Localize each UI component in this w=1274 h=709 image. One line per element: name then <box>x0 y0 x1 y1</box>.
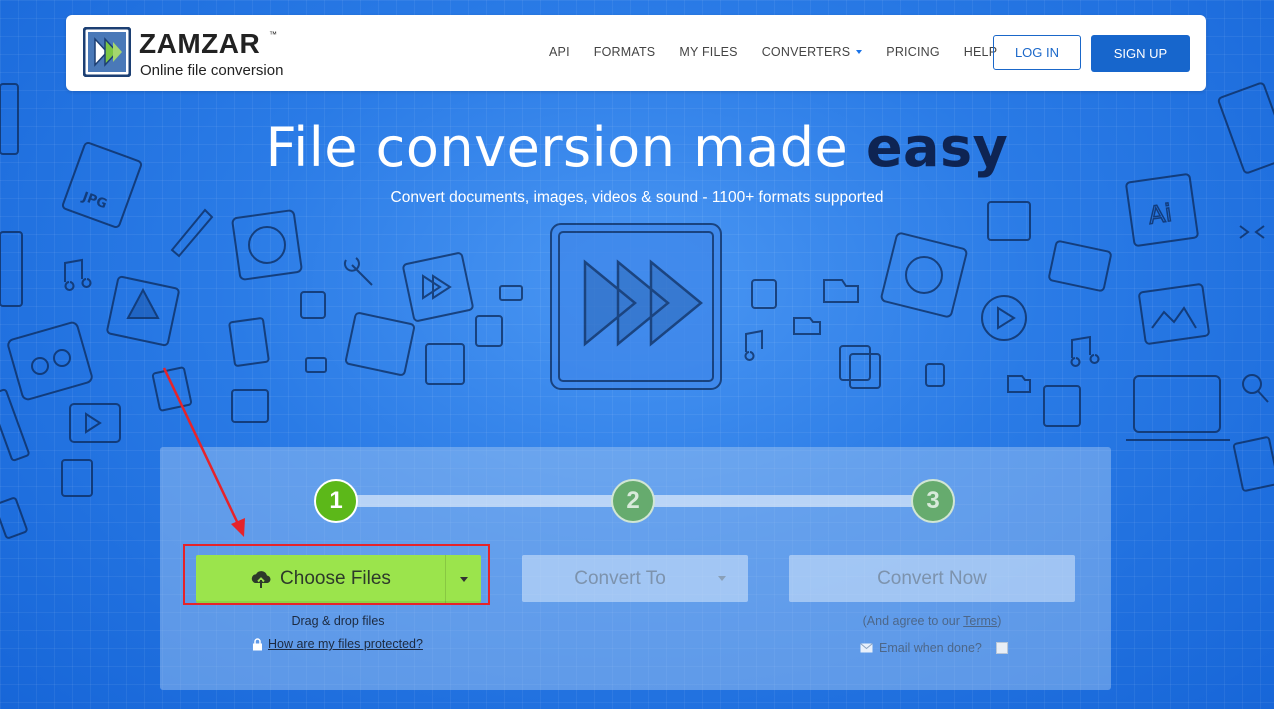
logo-name: ZAMZAR <box>139 28 261 59</box>
files-protected-link[interactable]: How are my files protected? <box>268 637 423 651</box>
converter-panel: 1 2 3 Choose Files Drag & drop files How… <box>160 447 1111 690</box>
convert-to-label: Convert To <box>574 567 666 589</box>
site-header: ZAMZAR ™ Online file conversion API FORM… <box>66 15 1206 91</box>
hero-title-emphasis: easy <box>865 116 1009 179</box>
cloud-upload-icon <box>251 571 271 588</box>
main-nav: API FORMATS MY FILES CONVERTERS PRICING … <box>549 45 1021 59</box>
choose-files-dropdown-toggle[interactable] <box>446 555 481 603</box>
step-3-indicator: 3 <box>911 479 955 523</box>
email-when-done-checkbox[interactable] <box>995 642 1008 654</box>
login-button[interactable]: LOG IN <box>993 35 1081 70</box>
email-when-done-row: Email when done? <box>860 641 1008 655</box>
chevron-down-icon <box>856 50 863 54</box>
convert-to-select[interactable]: Convert To <box>522 555 748 602</box>
email-when-done-label: Email when done? <box>879 641 982 655</box>
step-2-indicator: 2 <box>611 479 655 523</box>
caret-down-icon <box>718 576 726 581</box>
hero-title-main: File conversion made <box>265 116 866 179</box>
nav-pricing[interactable]: PRICING <box>886 45 940 59</box>
choose-files-button-group: Choose Files <box>196 555 481 603</box>
zamzar-logo[interactable]: ZAMZAR ™ Online file conversion <box>83 27 313 81</box>
caret-down-icon <box>459 576 468 582</box>
terms-link[interactable]: Terms <box>963 614 997 628</box>
nav-api[interactable]: API <box>549 45 570 59</box>
nav-converters[interactable]: CONVERTERS <box>762 45 863 59</box>
terms-suffix: ) <box>997 614 1002 628</box>
zamzar-logo-mark-icon <box>83 27 131 77</box>
files-protected-row: How are my files protected? <box>252 637 423 651</box>
step-1-indicator: 1 <box>314 479 358 523</box>
logo-trademark: ™ <box>269 30 277 39</box>
hero-subtitle: Convert documents, images, videos & soun… <box>390 189 884 206</box>
hero-title: File conversion made easy <box>0 116 1274 179</box>
choose-files-button[interactable]: Choose Files <box>196 555 446 603</box>
logo-tagline: Online file conversion <box>140 62 284 79</box>
nav-my-files[interactable]: MY FILES <box>679 45 737 59</box>
lock-icon <box>253 637 262 650</box>
choose-files-label: Choose Files <box>280 568 391 589</box>
nav-formats[interactable]: FORMATS <box>594 45 656 59</box>
convert-now-button[interactable]: Convert Now <box>789 555 1075 602</box>
nav-converters-label: CONVERTERS <box>761 45 851 59</box>
drag-drop-hint: Drag & drop files <box>291 614 385 628</box>
terms-prefix: (And agree to our <box>862 614 964 628</box>
signup-button[interactable]: SIGN UP <box>1091 35 1190 72</box>
envelope-icon <box>860 643 873 653</box>
terms-agreement: (And agree to our Terms) <box>789 614 1075 628</box>
